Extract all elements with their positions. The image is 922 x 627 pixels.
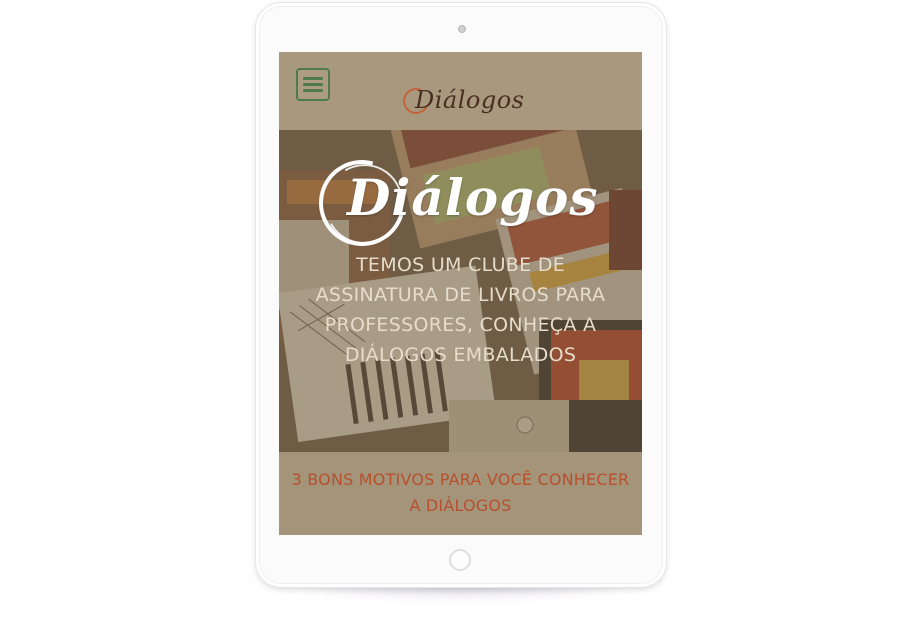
hero-logo-text: Diálogos — [347, 168, 599, 227]
hero-logo: Diálogos — [303, 144, 609, 262]
motivos-section: 3 BONS MOTIVOS PARA VOCÊ CONHECER A DIÁL… — [279, 452, 642, 535]
hamburger-icon — [303, 77, 323, 80]
hero-tagline: TEMOS UM CLUBE DE ASSINATURA DE LIVROS P… — [315, 254, 606, 366]
header-logo-text: Diálogos — [415, 86, 525, 114]
tablet-screen: Diálogos Diálogos TEMOS UM CLUBE DE ASSI… — [279, 52, 642, 535]
home-button[interactable] — [449, 549, 471, 571]
camera-icon — [458, 25, 466, 33]
hero-banner: Diálogos TEMOS UM CLUBE DE ASSINATURA DE… — [279, 130, 642, 452]
hamburger-icon-line — [303, 89, 323, 92]
site-header: Diálogos — [279, 52, 642, 130]
hamburger-icon-line — [303, 83, 323, 86]
hamburger-menu-button[interactable] — [296, 68, 330, 101]
motivos-heading: 3 BONS MOTIVOS PARA VOCÊ CONHECER A DIÁL… — [291, 470, 630, 515]
header-logo[interactable]: Diálogos — [399, 82, 539, 128]
